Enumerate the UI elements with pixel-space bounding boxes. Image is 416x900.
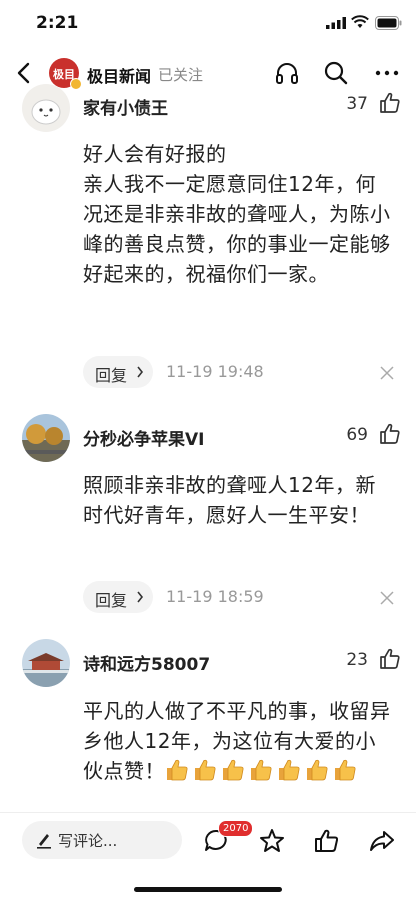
follow-status[interactable]: 已关注: [158, 64, 203, 85]
thumbs-up-emoji-icon: [223, 759, 244, 781]
close-icon[interactable]: [380, 591, 394, 605]
comment-username[interactable]: 诗和远方58007: [83, 650, 210, 675]
signal-icon: [326, 17, 346, 29]
reply-button[interactable]: 回复: [83, 581, 153, 613]
comment-username[interactable]: 家有小债王: [83, 94, 168, 119]
more-icon[interactable]: [374, 60, 400, 86]
user-avatar[interactable]: [22, 84, 70, 132]
close-icon[interactable]: [380, 366, 394, 380]
reply-label: 回复: [95, 591, 128, 610]
reply-label: 回复: [95, 366, 128, 385]
thumbs-up-emoji-icon: [307, 759, 328, 781]
thumbs-up-emoji-icon: [195, 759, 216, 781]
like-count: 69: [346, 425, 368, 445]
comment-text: 好人会有好报的 亲人我不一定愿意同住12年，何况还是非亲非故的聋哑人，为陈小峰的…: [83, 142, 391, 286]
search-icon[interactable]: [323, 60, 349, 86]
thumb-up-icon[interactable]: [313, 827, 341, 855]
pen-icon: [37, 834, 51, 849]
source-name[interactable]: 极目新闻: [87, 63, 151, 87]
like-count: 23: [346, 650, 368, 670]
home-indicator: [134, 887, 282, 892]
landscape-avatar-icon: [22, 414, 70, 462]
source-avatar[interactable]: 极目: [49, 58, 82, 90]
back-icon[interactable]: [14, 61, 34, 85]
comment-text-block: 平凡的人做了不平凡的事，收留异乡他人12年，为这位有大爱的小伙点赞！: [83, 696, 393, 812]
thumbs-up-emoji-icon: [167, 759, 188, 781]
chevron-right-icon: [137, 591, 144, 603]
cat-avatar-icon: [22, 84, 70, 132]
share-icon[interactable]: [368, 827, 396, 855]
user-avatar[interactable]: [22, 639, 70, 687]
wifi-icon: [351, 15, 369, 28]
thumb-up-icon[interactable]: [378, 91, 402, 115]
thumbs-up-emoji-row: [165, 759, 361, 783]
comment-time: 11-19 19:48: [166, 362, 264, 381]
comment-username[interactable]: 分秒必争苹果VI: [83, 425, 204, 450]
write-comment-placeholder: 写评论...: [58, 832, 118, 850]
comment-text: 照顾非亲非故的聋哑人12年，新时代好青年，愿好人一生平安！: [83, 473, 376, 527]
star-icon[interactable]: [258, 827, 286, 855]
battery-icon: [375, 16, 402, 30]
comment-count-badge: 2070: [218, 820, 254, 837]
bottom-action-bar: 写评论... 2070: [0, 812, 416, 900]
headphones-icon[interactable]: [274, 60, 300, 86]
thumb-up-icon[interactable]: [378, 647, 402, 671]
write-comment-input[interactable]: 写评论...: [22, 821, 182, 859]
thumbs-up-emoji-icon: [251, 759, 272, 781]
comment-time: 11-19 18:59: [166, 587, 264, 606]
thumbs-up-emoji-icon: [279, 759, 300, 781]
like-count: 37: [346, 94, 368, 114]
verified-badge: [70, 78, 82, 90]
thumb-up-icon[interactable]: [378, 422, 402, 446]
chevron-right-icon: [137, 366, 144, 378]
temple-avatar-icon: [22, 639, 70, 687]
status-time: 2:21: [36, 13, 79, 33]
reply-button[interactable]: 回复: [83, 356, 153, 388]
user-avatar[interactable]: [22, 414, 70, 462]
thumbs-up-emoji-icon: [335, 759, 356, 781]
status-bar: 2:21: [0, 0, 416, 46]
